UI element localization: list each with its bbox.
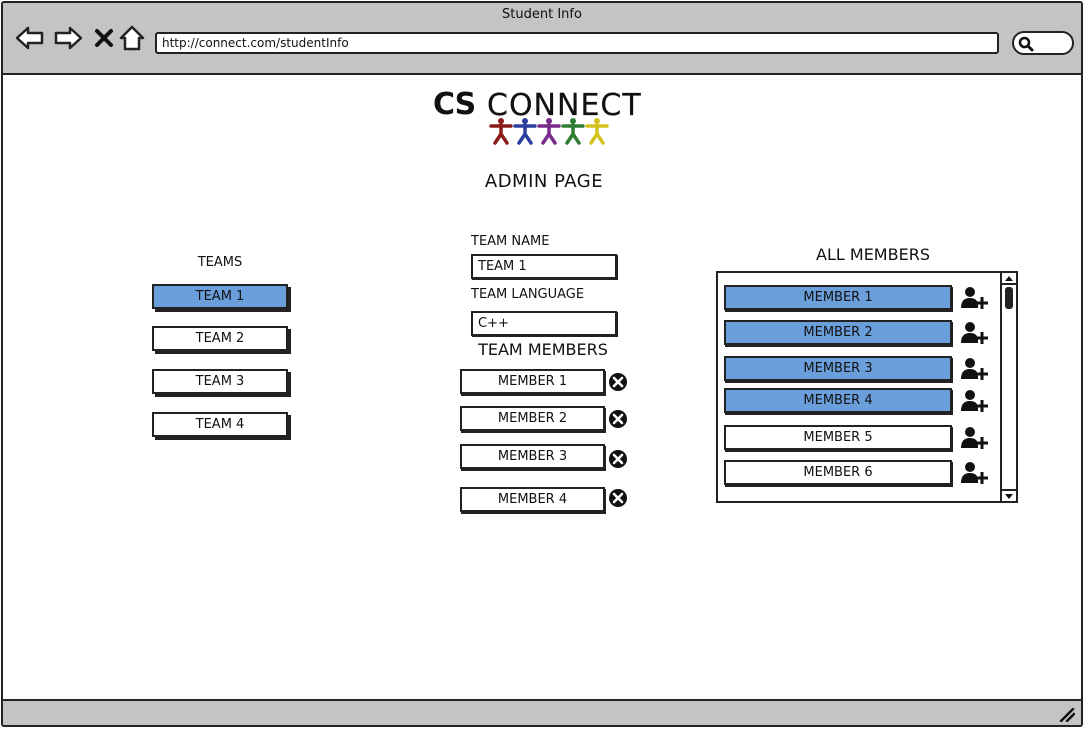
search-icon xyxy=(1018,36,1034,52)
logo-person-figure xyxy=(513,118,537,145)
team-button-2[interactable]: TEAM 2 xyxy=(152,326,288,351)
home-icon[interactable] xyxy=(117,23,147,53)
scroll-thumb[interactable] xyxy=(1005,287,1013,309)
team-member-label: MEMBER 1 xyxy=(460,369,605,394)
scroll-down-arrow-icon[interactable] xyxy=(1002,489,1016,501)
add-user-icon[interactable] xyxy=(961,286,989,310)
logo-person-figure xyxy=(561,118,585,145)
all-members-item-6[interactable]: MEMBER 6 xyxy=(724,460,952,485)
remove-member-icon[interactable] xyxy=(608,488,628,508)
add-user-icon[interactable] xyxy=(961,426,989,450)
add-user-icon[interactable] xyxy=(961,461,989,485)
team-member-label: MEMBER 3 xyxy=(460,444,605,469)
all-members-list[interactable]: MEMBER 1 MEMBER 2 MEMBER 3 MEMBER 4 MEMB… xyxy=(716,271,1018,503)
add-user-icon[interactable] xyxy=(961,321,989,345)
csconnect-logo: CS CONNECT xyxy=(433,87,677,147)
browser-toolbar: Student Info http://connect.com/studentI… xyxy=(3,3,1081,75)
all-members-item-5[interactable]: MEMBER 5 xyxy=(724,425,952,450)
team-button-3[interactable]: TEAM 3 xyxy=(152,369,288,394)
all-members-item-1[interactable]: MEMBER 1 xyxy=(724,285,952,310)
all-members-item-2[interactable]: MEMBER 2 xyxy=(724,320,952,345)
all-members-heading: ALL MEMBERS xyxy=(816,245,930,264)
remove-member-icon[interactable] xyxy=(608,372,628,392)
logo-cs-text: CS xyxy=(433,87,476,122)
team-button-4[interactable]: TEAM 4 xyxy=(152,412,288,437)
forward-arrow-icon[interactable] xyxy=(53,23,83,53)
list-scrollbar[interactable] xyxy=(1000,273,1016,501)
add-user-icon[interactable] xyxy=(961,357,989,381)
team-member-label: MEMBER 4 xyxy=(460,487,605,512)
browser-search-input[interactable] xyxy=(1012,31,1074,55)
team-name-label: TEAM NAME xyxy=(471,234,550,249)
team-language-field[interactable]: C++ xyxy=(471,311,617,336)
remove-member-icon[interactable] xyxy=(608,449,628,469)
all-members-item-3[interactable]: MEMBER 3 xyxy=(724,356,952,381)
resize-grip-icon[interactable] xyxy=(1059,708,1075,722)
logo-person-figure xyxy=(537,118,561,145)
all-members-item-4[interactable]: MEMBER 4 xyxy=(724,388,952,413)
back-arrow-icon[interactable] xyxy=(15,23,45,53)
page-title: ADMIN PAGE xyxy=(484,171,604,192)
address-bar[interactable]: http://connect.com/studentInfo xyxy=(155,32,999,54)
team-member-label: MEMBER 2 xyxy=(460,406,605,431)
team-name-field[interactable]: TEAM 1 xyxy=(471,254,617,279)
logo-people-icon xyxy=(489,118,609,145)
teams-heading: TEAMS xyxy=(197,255,243,270)
team-members-heading: TEAM MEMBERS xyxy=(478,340,608,359)
remove-member-icon[interactable] xyxy=(608,409,628,429)
team-language-label: TEAM LANGUAGE xyxy=(471,287,585,302)
browser-window: Student Info http://connect.com/studentI… xyxy=(1,1,1083,727)
close-x-icon[interactable] xyxy=(89,23,119,53)
team-button-1[interactable]: TEAM 1 xyxy=(152,284,288,309)
window-title: Student Info xyxy=(502,7,582,22)
logo-person-figure xyxy=(489,118,513,145)
status-bar xyxy=(3,699,1081,725)
logo-person-figure xyxy=(585,118,609,145)
add-user-icon[interactable] xyxy=(961,389,989,413)
scroll-up-arrow-icon[interactable] xyxy=(1002,273,1016,285)
